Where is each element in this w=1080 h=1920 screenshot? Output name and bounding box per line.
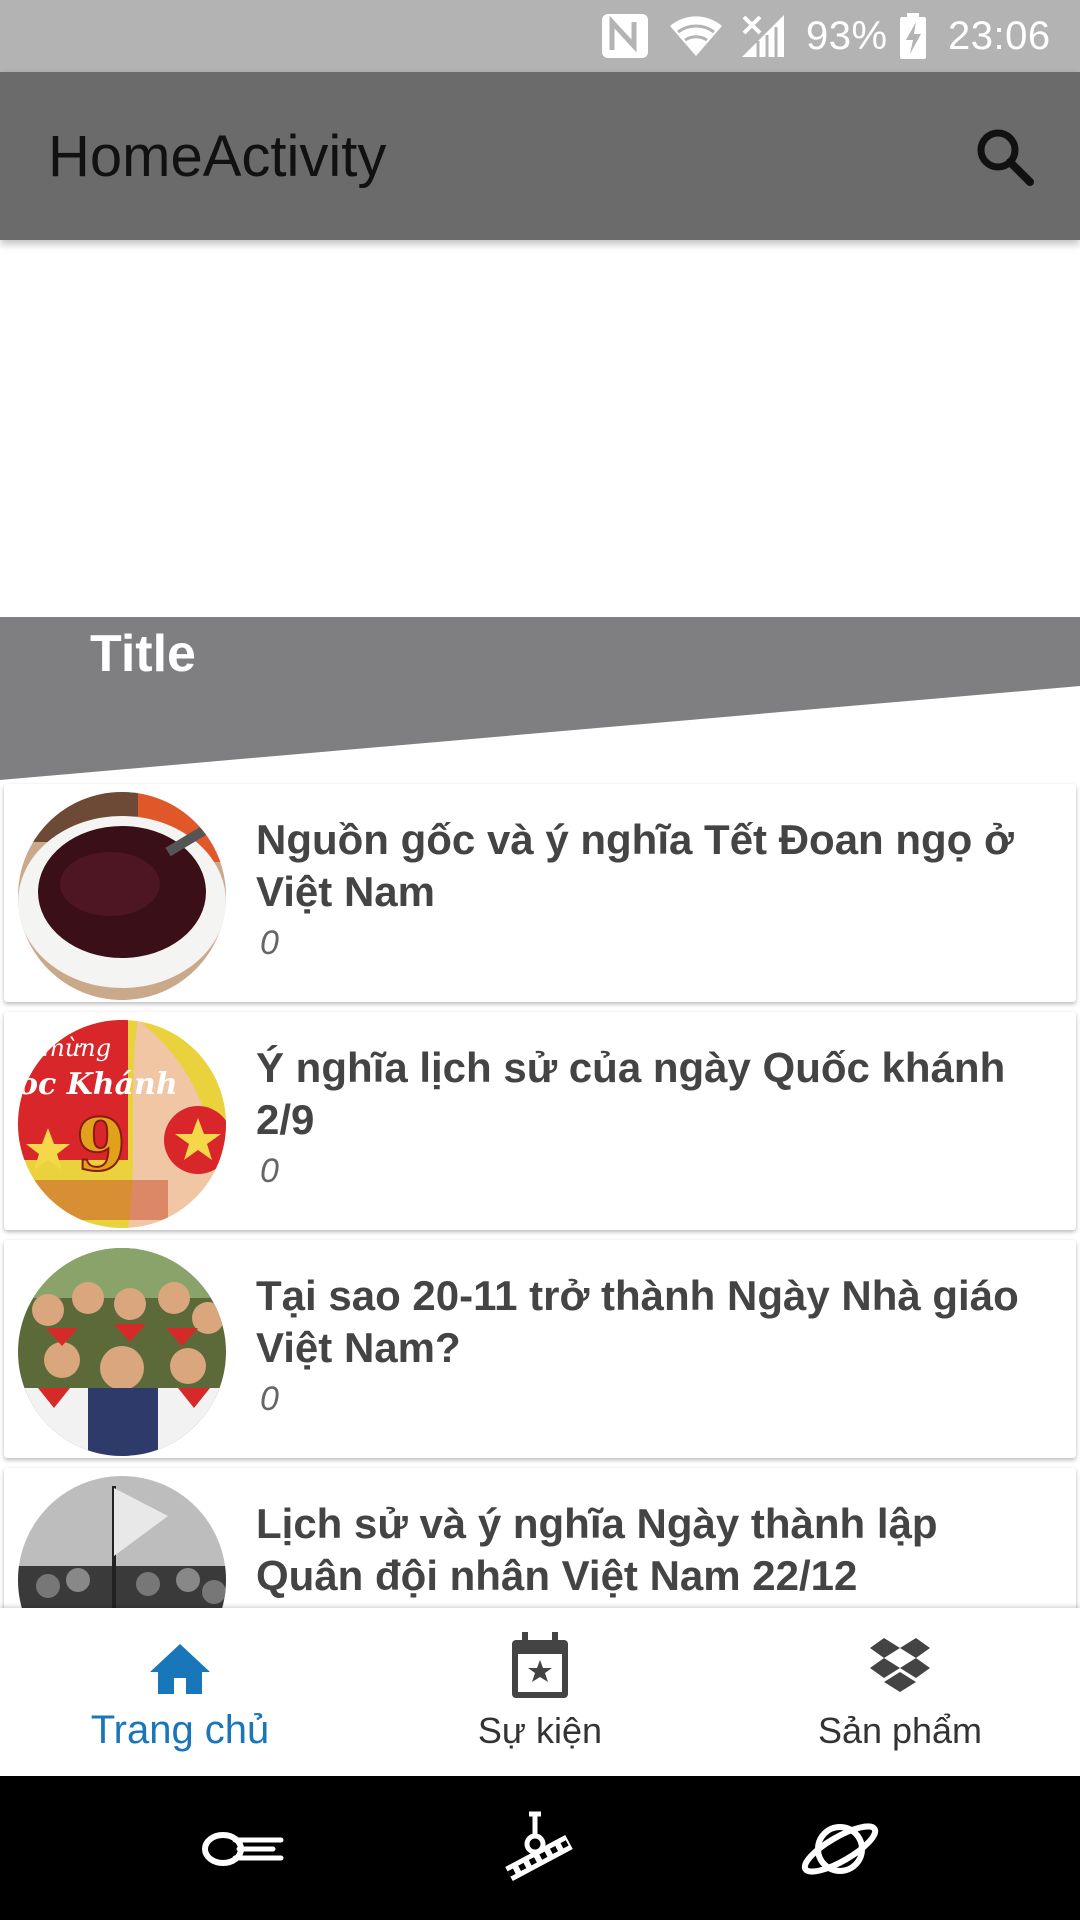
article-title: Nguồn gốc và ý nghĩa Tết Đoan ngọ ở Việt… — [256, 816, 1014, 915]
list-item[interactable]: o mừng oc Khánh 9 Ý nghĩa lịch sử của ng… — [4, 1012, 1076, 1230]
poster-line2: oc Khánh — [18, 1067, 178, 1102]
article-list[interactable]: Nguồn gốc và ý nghĩa Tết Đoan ngọ ở Việt… — [0, 780, 1080, 1608]
banner-title: Title — [90, 625, 196, 683]
status-bar: 93% 23:06 — [0, 0, 1080, 72]
list-item[interactable]: Tại sao 20-11 trở thành Ngày Nhà giáo Vi… — [4, 1240, 1076, 1458]
article-thumbnail — [18, 1248, 226, 1456]
nfc-icon — [600, 0, 650, 72]
search-icon — [977, 129, 1034, 186]
app-bar: HomeActivity — [0, 72, 1080, 240]
system-navigation-bar — [0, 1776, 1080, 1920]
article-title: Tại sao 20-11 trở thành Ngày Nhà giáo Vi… — [256, 1272, 1019, 1371]
article-count: 0 — [260, 1380, 279, 1418]
home-icon — [150, 1644, 210, 1694]
app-title: HomeActivity — [48, 123, 387, 189]
battery-percent: 93% — [806, 13, 888, 58]
poster-number: 9 — [76, 1102, 126, 1187]
nav-tab-products[interactable]: Sản phẩm — [720, 1608, 1080, 1776]
battery-charging-icon — [898, 0, 928, 72]
list-item[interactable]: Nguồn gốc và ý nghĩa Tết Đoan ngọ ở Việt… — [4, 784, 1076, 1002]
search-button[interactable] — [972, 124, 1036, 188]
planet-icon — [801, 1823, 879, 1875]
satellite-icon — [505, 1811, 573, 1882]
nav-label-home: Trang chủ — [90, 1708, 270, 1752]
calendar-star-icon — [512, 1632, 568, 1698]
list-item[interactable]: Lịch sử và ý nghĩa Ngày thành lập Quân đ… — [4, 1468, 1076, 1608]
system-home-button[interactable] — [495, 1804, 585, 1894]
article-count: 0 — [260, 1152, 279, 1190]
nav-label-products: Sản phẩm — [817, 1710, 983, 1751]
article-count: 0 — [260, 924, 279, 962]
signal-icon — [740, 0, 786, 72]
system-back-button[interactable] — [195, 1804, 285, 1894]
system-recents-button[interactable] — [795, 1804, 885, 1894]
wifi-icon — [668, 0, 724, 72]
article-thumbnail — [18, 792, 226, 1000]
nav-label-events: Sự kiện — [477, 1710, 603, 1751]
nav-tab-events[interactable]: Sự kiện — [360, 1608, 720, 1776]
clock: 23:06 — [948, 13, 1051, 58]
article-title: Lịch sử và ý nghĩa Ngày thành lập Quân đ… — [256, 1500, 938, 1599]
article-title: Ý nghĩa lịch sử của ngày Quốc khánh 2/9 — [256, 1044, 1006, 1143]
article-thumbnail — [18, 1476, 226, 1608]
dropbox-icon — [870, 1638, 930, 1692]
article-thumbnail: o mừng oc Khánh 9 — [18, 1020, 226, 1228]
bottom-navigation: Trang chủ Sự kiện Sản phẩm — [0, 1608, 1080, 1776]
poster-line1: o mừng — [20, 1034, 111, 1062]
nav-tab-home[interactable]: Trang chủ — [0, 1608, 360, 1776]
comet-icon — [202, 1832, 284, 1866]
